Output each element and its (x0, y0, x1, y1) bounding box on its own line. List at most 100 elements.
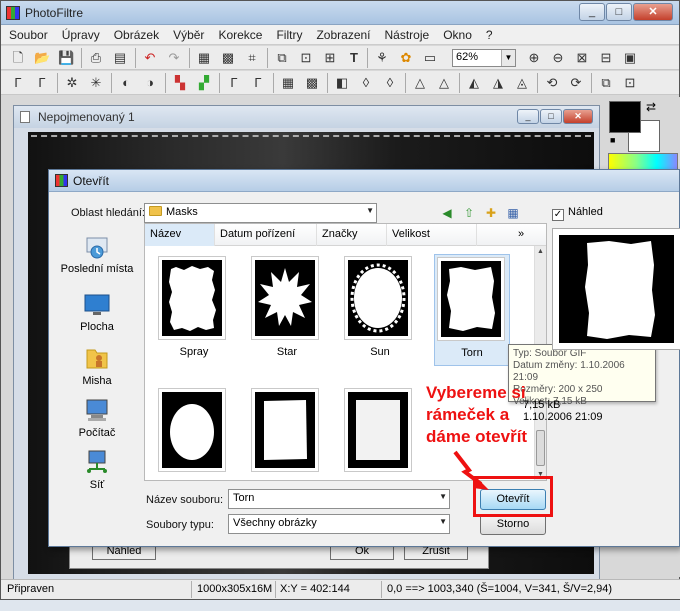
brightness-minus-icon[interactable]: ✲ (63, 74, 81, 92)
mirror-icon[interactable]: ◬ (513, 74, 531, 92)
file-tile-sun[interactable]: Sun (342, 254, 418, 366)
fullscreen-icon[interactable]: ▣ (621, 49, 639, 67)
sharpen-more-icon[interactable]: △ (411, 74, 429, 92)
more-columns-button[interactable]: » (513, 224, 533, 246)
open-file-icon[interactable]: 📂 (33, 49, 51, 67)
sharpen-icon[interactable]: ◊ (381, 74, 399, 92)
thumbnail (344, 388, 412, 472)
doc-minimize-button[interactable]: _ (517, 109, 539, 124)
cancel-button[interactable]: Storno (480, 514, 546, 535)
menu-soubor[interactable]: Soubor (1, 25, 54, 44)
up-folder-icon[interactable]: ⇧ (460, 204, 478, 222)
layers-icon[interactable]: ⧉ (597, 74, 615, 92)
window-icon[interactable]: ▭ (421, 49, 439, 67)
filetype-select[interactable]: Všechny obrázky ▼ (228, 514, 450, 534)
new-folder-icon[interactable]: ✚ (482, 204, 500, 222)
file-tile[interactable] (342, 386, 418, 480)
filename-value: Torn (233, 492, 255, 504)
gamma-minus-icon[interactable]: Γ (225, 74, 243, 92)
filter-toolbar: Γ Γ ✲ ✳ ◐ ◑ ▚ ▞ Γ Γ ▦ ▩ ◧ ◊ ◊ △ △ ◭ ◮ ◬ … (1, 71, 679, 95)
place-network[interactable]: Síť (55, 448, 139, 491)
canvas-size-icon[interactable]: ⊡ (297, 49, 315, 67)
zoom-in-icon[interactable]: ⊕ (525, 49, 543, 67)
zoom-out-icon[interactable]: ⊖ (549, 49, 567, 67)
doc-maximize-button[interactable]: □ (540, 109, 562, 124)
file-tile[interactable] (249, 386, 325, 480)
menu-filtry[interactable]: Filtry (268, 25, 308, 44)
redo-icon[interactable]: ↷ (165, 49, 183, 67)
text-frame-icon[interactable]: ⊞ (321, 49, 339, 67)
auto-contrast-icon[interactable]: Γ (33, 74, 51, 92)
place-user[interactable]: Misha (55, 344, 139, 387)
menu-obrazek[interactable]: Obrázek (106, 25, 165, 44)
auto-levels-icon[interactable]: Γ (9, 74, 27, 92)
explorer-icon[interactable]: ⚘ (373, 49, 391, 67)
grayscale-icon[interactable]: ▦ (279, 74, 297, 92)
saturation-minus-icon[interactable]: ▚ (171, 74, 189, 92)
plugin-icon[interactable]: ✿ (397, 49, 415, 67)
new-file-icon[interactable]: 🗋 (9, 49, 27, 67)
file-tile[interactable] (156, 386, 232, 480)
menu-help[interactable]: ? (478, 25, 499, 44)
back-icon[interactable]: ◀ (438, 204, 456, 222)
place-label: Počítač (78, 427, 116, 439)
scroll-thumb[interactable] (536, 430, 545, 466)
reset-colors-icon[interactable]: ■ (610, 135, 615, 145)
view-menu-icon[interactable]: ▦ (504, 204, 522, 222)
texture-icon[interactable]: △ (435, 74, 453, 92)
contrast-minus-icon[interactable]: ◐ (117, 74, 135, 92)
zoom-select[interactable]: 62% ▼ (452, 49, 516, 67)
foreground-color-swatch[interactable] (609, 101, 641, 133)
crop-icon[interactable]: ⌗ (243, 49, 261, 67)
saturation-plus-icon[interactable]: ▞ (195, 74, 213, 92)
flip-horizontal-icon[interactable]: ◭ (465, 74, 483, 92)
file-tile-star[interactable]: Star (249, 254, 325, 366)
text-icon[interactable]: T (345, 49, 363, 67)
swap-colors-icon[interactable]: ⇄ (646, 100, 656, 114)
sepia-icon[interactable]: ▩ (303, 74, 321, 92)
menu-zobrazeni[interactable]: Zobrazení (308, 25, 376, 44)
look-in-select[interactable]: Masks ▼ (144, 203, 377, 223)
contrast-plus-icon[interactable]: ◑ (141, 74, 159, 92)
place-recent[interactable]: Poslední místa (55, 232, 139, 275)
preview-checkbox[interactable]: ✓ Náhled (552, 206, 603, 221)
menu-vyber[interactable]: Výběr (165, 25, 210, 44)
maximize-button[interactable]: □ (606, 3, 632, 21)
star-mask-icon (258, 268, 312, 326)
print-icon[interactable]: ⎙ (87, 49, 105, 67)
rotate-right-icon[interactable]: ⟳ (567, 74, 585, 92)
preview-box (552, 228, 680, 350)
file-tile-spray[interactable]: Spray (156, 254, 232, 366)
gamma-plus-icon[interactable]: Γ (249, 74, 267, 92)
palette-icon[interactable]: ▩ (219, 49, 237, 67)
transform-icon[interactable]: ⊡ (621, 74, 639, 92)
place-desktop[interactable]: Plocha (55, 290, 139, 333)
minimize-button[interactable]: _ (579, 3, 605, 21)
place-computer[interactable]: Počítač (55, 396, 139, 439)
column-size[interactable]: Velikost (387, 224, 477, 246)
flip-vertical-icon[interactable]: ◮ (489, 74, 507, 92)
blur-icon[interactable]: ◧ (333, 74, 351, 92)
column-name[interactable]: Název (145, 224, 215, 246)
scan-icon[interactable]: ▤ (111, 49, 129, 67)
actual-size-icon[interactable]: ⊠ (573, 49, 591, 67)
image-icon[interactable]: ▦ (195, 49, 213, 67)
column-date[interactable]: Datum pořízení (215, 224, 317, 246)
fit-window-icon[interactable]: ⊟ (597, 49, 615, 67)
image-size-icon[interactable]: ⧉ (273, 49, 291, 67)
menu-okno[interactable]: Okno (435, 25, 478, 44)
undo-icon[interactable]: ↶ (141, 49, 159, 67)
menu-upravy[interactable]: Úpravy (54, 25, 106, 44)
menu-korekce[interactable]: Korekce (210, 25, 268, 44)
file-tile-torn[interactable]: Torn (434, 254, 510, 366)
doc-close-button[interactable]: ✕ (563, 109, 593, 124)
save-icon[interactable]: 💾 (57, 49, 75, 67)
soften-icon[interactable]: ◊ (357, 74, 375, 92)
brightness-plus-icon[interactable]: ✳ (87, 74, 105, 92)
scroll-up-icon[interactable]: ▲ (535, 248, 546, 255)
column-tags[interactable]: Značky (317, 224, 387, 246)
menu-nastroje[interactable]: Nástroje (377, 25, 436, 44)
filename-input[interactable]: Torn ▼ (228, 489, 450, 509)
rotate-left-icon[interactable]: ⟲ (543, 74, 561, 92)
close-button[interactable]: ✕ (633, 3, 673, 21)
